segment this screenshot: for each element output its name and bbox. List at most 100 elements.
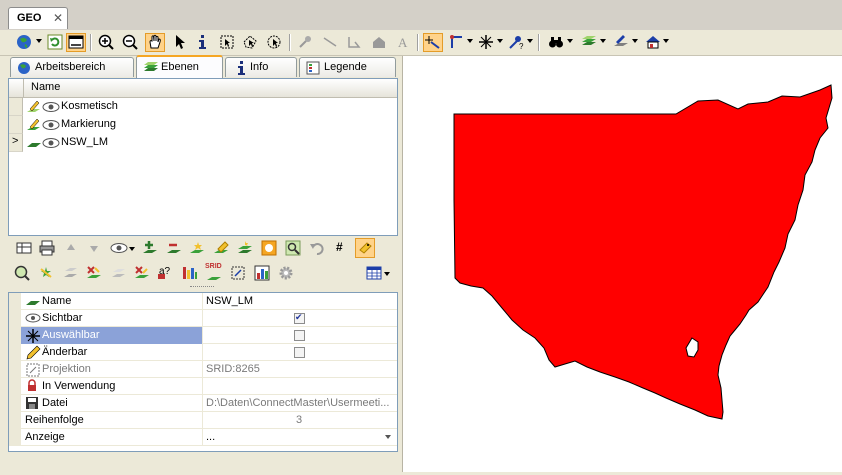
rect-select-icon (220, 35, 234, 49)
edit-layer-button[interactable] (611, 33, 631, 52)
grid-menu-button[interactable] (364, 263, 384, 283)
select-star-button[interactable] (36, 263, 56, 283)
property-row-in-verwendung[interactable]: In Verwendung (9, 378, 397, 395)
measure-button[interactable] (447, 33, 467, 52)
coordinates-button[interactable] (228, 263, 248, 283)
window-icon (68, 35, 84, 49)
property-row-datei[interactable]: Datei D:\Daten\ConnectMaster\Usermeeti..… (9, 395, 397, 412)
close-icon[interactable]: ✕ (53, 8, 63, 28)
tag-icon (359, 242, 372, 254)
layer-properties-button[interactable] (14, 238, 34, 258)
sql-query-button[interactable]: SRID (204, 263, 224, 283)
clear-selection-button[interactable] (84, 263, 104, 283)
radius-select-button[interactable] (264, 33, 284, 52)
move-down-button[interactable] (84, 238, 104, 258)
invert-selection-button[interactable] (108, 263, 128, 283)
query-tool-button[interactable]: ? (506, 33, 526, 52)
property-row-anzeige[interactable]: Anzeige ... (9, 429, 397, 446)
property-row-auswaehlbar[interactable]: Auswählbar (9, 327, 397, 344)
delete-selection-button[interactable] (132, 263, 152, 283)
sql-icon (207, 277, 221, 280)
property-grid[interactable]: Name NSW_LM Sichtbar Auswählbar Änderbar… (8, 292, 398, 452)
tab-info[interactable]: Info (225, 57, 297, 77)
find-button[interactable] (546, 33, 566, 52)
sichtbar-checkbox[interactable] (294, 312, 305, 324)
splitter-grip[interactable] (190, 286, 214, 289)
property-label: Änderbar (42, 346, 88, 358)
chevron-down-icon[interactable] (385, 435, 391, 439)
layer-settings-button[interactable] (276, 263, 296, 283)
theme-button[interactable] (643, 33, 663, 52)
property-label: Anzeige (25, 431, 65, 443)
property-value-datei[interactable]: D:\Daten\ConnectMaster\Usermeeti... (206, 397, 394, 409)
aenderbar-checkbox[interactable] (294, 347, 305, 358)
property-value-name[interactable]: NSW_LM (206, 295, 394, 307)
zoom-out-button[interactable] (120, 33, 140, 52)
edit-pencil-icon (27, 118, 40, 130)
thematic-icon (183, 267, 197, 279)
numbering-button[interactable]: # (331, 238, 351, 258)
statistics-button[interactable] (252, 263, 272, 283)
draw-polyline-button[interactable] (344, 33, 364, 52)
zoom-to-layer-button[interactable] (283, 238, 303, 258)
property-row-reihenfolge[interactable]: Reihenfolge 3 (9, 412, 397, 429)
line-icon (323, 37, 337, 47)
pan-button[interactable] (145, 33, 165, 52)
select-arrow-button[interactable] (170, 33, 190, 52)
property-row-sichtbar[interactable]: Sichtbar (9, 310, 397, 327)
buffer-button[interactable] (259, 238, 279, 258)
remove-layer-button[interactable] (164, 238, 184, 258)
draw-point-button[interactable] (295, 33, 315, 52)
rect-select-button[interactable] (217, 33, 237, 52)
rotate-layer-button[interactable] (60, 263, 80, 283)
property-label: Datei (42, 397, 68, 409)
draw-line-button[interactable] (320, 33, 340, 52)
add-layer-button[interactable] (140, 238, 160, 258)
property-row-aenderbar[interactable]: Änderbar (9, 344, 397, 361)
auswaehlbar-checkbox[interactable] (294, 330, 305, 341)
query-layer-button[interactable] (12, 263, 32, 283)
add-layer-icon (143, 241, 157, 253)
draw-text-button[interactable]: A (393, 33, 413, 52)
visibility-menu-button[interactable] (108, 238, 128, 258)
zoom-in-button[interactable] (96, 33, 116, 52)
polygon-select-button[interactable] (240, 33, 260, 52)
print-button[interactable] (37, 238, 57, 258)
crosshair-icon (479, 35, 493, 49)
layer-list[interactable]: Name Kosmetisch Markierung > NSW_LM (8, 78, 398, 236)
globe-menu-button[interactable] (14, 33, 34, 52)
eye-icon (42, 102, 60, 112)
property-label: In Verwendung (42, 380, 116, 392)
style-layer-button[interactable] (235, 238, 255, 258)
globe-icon (18, 62, 30, 74)
refresh-button[interactable] (45, 33, 65, 52)
tab-legende[interactable]: Legende (299, 57, 396, 77)
undo-button[interactable] (307, 238, 327, 258)
property-row-projektion[interactable]: Projektion SRID:8265 (9, 361, 397, 378)
info-tool-button[interactable] (193, 33, 213, 52)
layer-row-kosmetisch[interactable]: Kosmetisch (9, 98, 397, 116)
magnifier-icon (14, 265, 30, 281)
column-header-name[interactable]: Name (31, 81, 60, 93)
new-layer-button[interactable] (187, 238, 207, 258)
auto-label-button[interactable] (355, 238, 375, 258)
move-up-button[interactable] (61, 238, 81, 258)
map-view-button[interactable] (66, 33, 86, 52)
thematic-map-button[interactable] (180, 263, 200, 283)
layer-row-markierung[interactable]: Markierung (9, 116, 397, 134)
spatial-query-button[interactable]: a? (156, 263, 176, 283)
layer-list-header: Name (9, 79, 397, 98)
tab-arbeitsbereich[interactable]: Arbeitsbereich (10, 57, 134, 77)
layer-tool-button[interactable] (579, 33, 599, 52)
crosshair-button[interactable] (476, 33, 496, 52)
label-layer-button[interactable] (211, 238, 231, 258)
draw-polygon-button[interactable] (369, 33, 389, 52)
layer-row-nsw-lm[interactable]: > NSW_LM (9, 134, 397, 152)
tab-ebenen[interactable]: Ebenen (136, 55, 223, 78)
property-row-name[interactable]: Name NSW_LM (9, 293, 397, 310)
property-value-reihenfolge[interactable]: 3 (296, 414, 316, 426)
snap-button[interactable] (423, 33, 443, 52)
property-value-anzeige[interactable]: ... (206, 431, 394, 443)
document-tab-geo[interactable]: GEO ✕ (8, 7, 68, 29)
map-canvas[interactable] (403, 56, 842, 472)
